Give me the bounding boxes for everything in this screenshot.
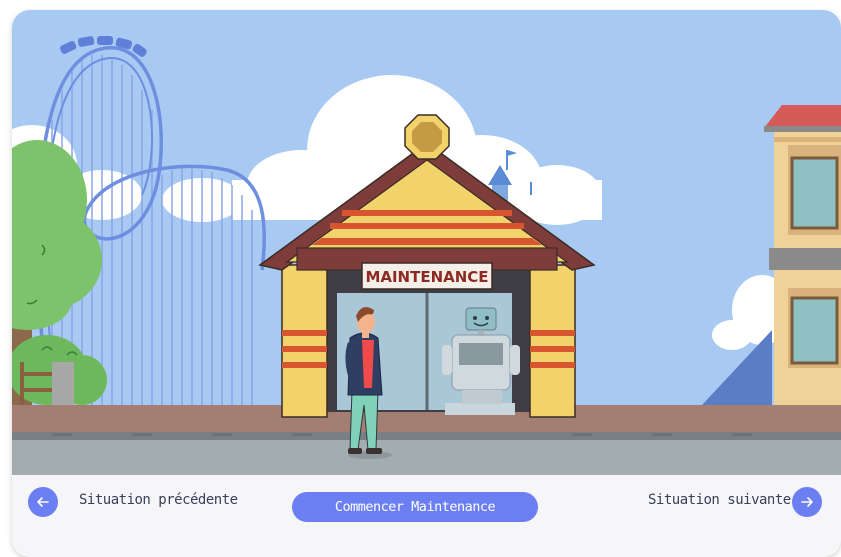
arrow-right-icon (801, 497, 813, 507)
previous-situation-label[interactable]: Situation précédente (79, 492, 238, 508)
building-right (764, 105, 841, 418)
maintenance-sign-text: MAINTENANCE (365, 268, 488, 286)
start-maintenance-button[interactable]: Commencer Maintenance (292, 492, 538, 522)
next-situation-label[interactable]: Situation suivante (648, 492, 791, 508)
arrow-left-icon (37, 497, 49, 507)
previous-situation-button[interactable] (28, 487, 58, 517)
maintenance-scene-illustration: MAINTENANCE (12, 10, 841, 475)
scenario-card: MAINTENANCE (12, 10, 841, 557)
next-situation-button[interactable] (792, 487, 822, 517)
